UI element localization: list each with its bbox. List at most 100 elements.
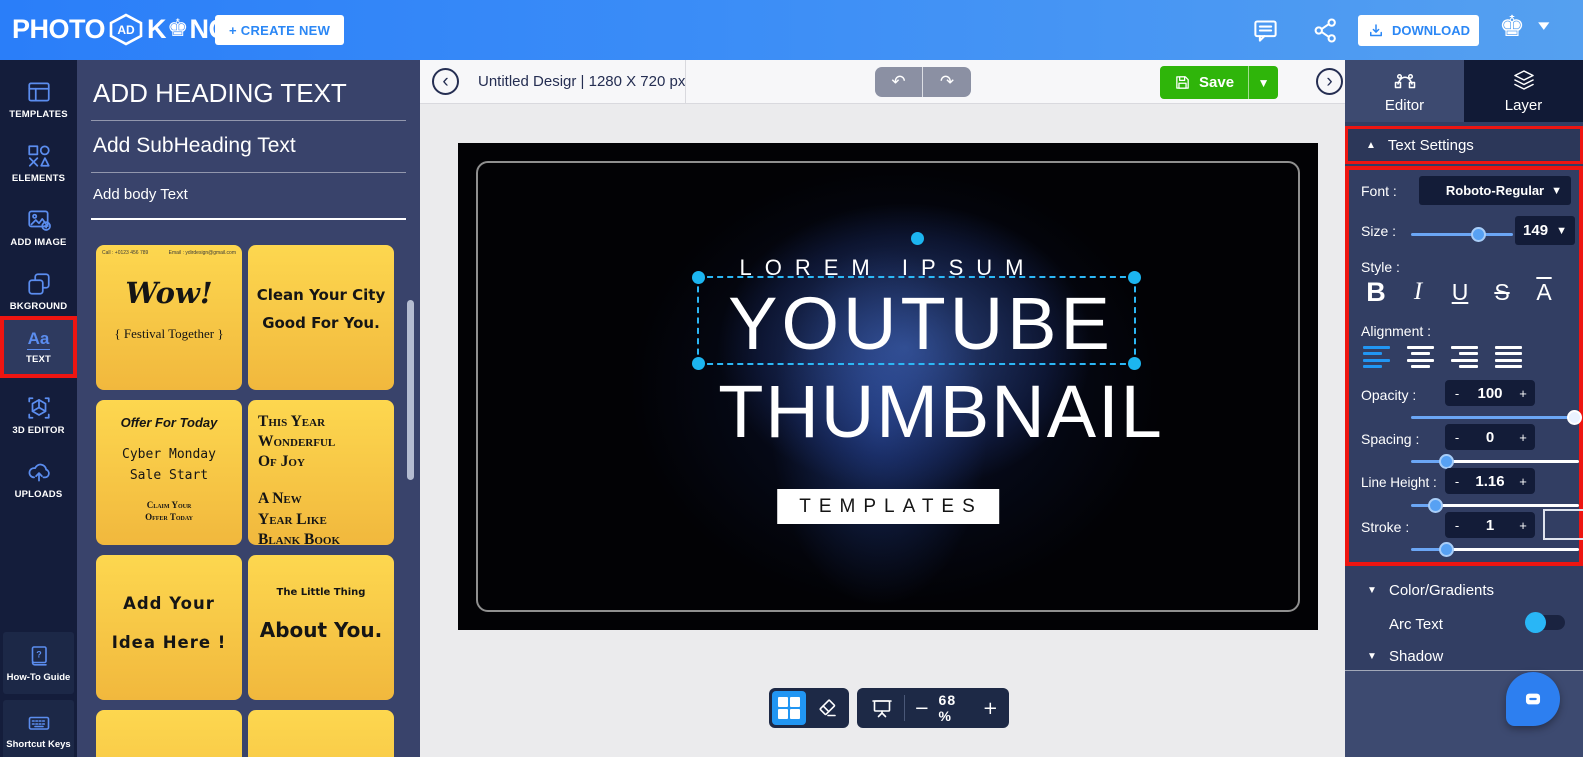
template-card-offer[interactable]: Offer For Today Cyber Monday Sale Start … [96, 400, 242, 545]
spacing-increase-button[interactable]: + [1511, 430, 1535, 445]
selection-handle-top-left[interactable] [692, 271, 705, 284]
sidebar-item-add-image[interactable]: ADD IMAGE [0, 198, 77, 256]
card-header: Offer For Today [120, 415, 218, 430]
account-chevron-down-icon[interactable]: ▾ [1538, 16, 1549, 34]
left-sidebar: TEMPLATES ELEMENTS ADD IMAGE BKGROUND Aa… [0, 60, 77, 757]
sidebar-item-background[interactable]: BKGROUND [0, 262, 77, 320]
template-card-little-thing[interactable]: The Little Thing About You. [248, 555, 394, 700]
selection-handle-bottom-left[interactable] [692, 357, 705, 370]
feedback-comment-icon[interactable] [1252, 17, 1279, 44]
italic-button[interactable]: I [1401, 272, 1435, 312]
save-options-caret[interactable]: ▼ [1248, 66, 1279, 99]
template-card-new-year[interactable]: This Year Wonderful Of Joy A New Year Li… [248, 400, 394, 545]
shortcut-keys-button[interactable]: Shortcut Keys [3, 700, 74, 757]
arc-text-toggle[interactable] [1525, 612, 1565, 633]
undo-button[interactable]: ↶ [875, 67, 923, 97]
color-gradients-section[interactable]: ▼ Color/Gradients [1345, 576, 1583, 604]
stroke-slider-handle[interactable] [1439, 542, 1454, 557]
sidebar-item-text[interactable]: Aa TEXT [0, 316, 77, 378]
shadow-section[interactable]: ▼ Shadow [1345, 642, 1583, 670]
line-height-increase-button[interactable]: + [1511, 474, 1535, 489]
font-family-value: Roboto-Regular [1445, 183, 1545, 198]
collapse-right-panel-button[interactable]: › [1316, 68, 1343, 95]
add-subheading-text-option[interactable]: Add SubHeading Text [93, 134, 296, 158]
create-new-button[interactable]: + CREATE NEW [215, 15, 345, 45]
zoom-out-button[interactable]: − [911, 698, 932, 719]
strikethrough-button[interactable]: S [1485, 272, 1519, 312]
line-height-decrease-button[interactable]: - [1445, 474, 1469, 489]
spacing-decrease-button[interactable]: - [1445, 430, 1469, 445]
underline-button[interactable]: U [1443, 272, 1477, 312]
eraser-button[interactable] [810, 691, 844, 725]
panel-scrollbar[interactable] [407, 300, 414, 480]
size-slider-handle[interactable] [1471, 227, 1486, 242]
design-text-templates-badge[interactable]: TEMPLATES [777, 489, 999, 524]
opacity-increase-button[interactable]: + [1511, 386, 1535, 401]
selection-handle-top-right[interactable] [1128, 271, 1141, 284]
add-heading-text-option[interactable]: ADD HEADING TEXT [93, 78, 347, 109]
tab-layer[interactable]: Layer [1464, 60, 1583, 122]
font-family-dropdown[interactable]: Roboto-Regular ▼ [1419, 176, 1571, 205]
download-button[interactable]: DOWNLOAD [1358, 15, 1479, 46]
opacity-slider[interactable] [1411, 410, 1582, 425]
font-size-dropdown[interactable]: 149 ▼ [1515, 216, 1575, 245]
zoom-in-button[interactable]: + [980, 698, 1001, 719]
template-card-partial[interactable] [96, 710, 242, 757]
align-right-button[interactable] [1451, 346, 1478, 368]
overline-button[interactable]: A [1527, 272, 1561, 312]
bold-button[interactable]: B [1359, 272, 1393, 312]
text-settings-header[interactable]: ▲ Text Settings [1345, 126, 1583, 164]
spacing-slider[interactable] [1411, 454, 1579, 469]
size-slider[interactable] [1411, 227, 1513, 242]
stroke-increase-button[interactable]: + [1511, 518, 1535, 533]
selection-bounding-box[interactable] [692, 232, 1141, 370]
align-justify-button[interactable] [1495, 346, 1522, 368]
template-card-add-idea[interactable]: Add Your Idea Here ! [96, 555, 242, 700]
spacing-stepper: - 0 + [1445, 424, 1535, 450]
share-icon[interactable] [1312, 17, 1339, 44]
spacing-slider-handle[interactable] [1439, 454, 1454, 469]
sidebar-item-uploads[interactable]: UPLOADS [0, 450, 77, 508]
sidebar-item-templates[interactable]: TEMPLATES [0, 70, 77, 128]
grid-view-button[interactable] [772, 691, 806, 725]
logo-text-k: K [147, 14, 167, 44]
design-title[interactable]: Untitled Desigr | 1280 X 720 px [478, 73, 685, 90]
template-card-partial[interactable] [248, 710, 394, 757]
alignment-label: Alignment : [1361, 323, 1432, 339]
tab-editor[interactable]: Editor [1345, 60, 1464, 122]
selection-handle-bottom-right[interactable] [1128, 357, 1141, 370]
selection-rotate-handle[interactable] [911, 232, 924, 245]
opacity-label: Opacity : [1361, 387, 1417, 403]
align-center-button[interactable] [1407, 346, 1434, 368]
collapse-triangle-icon: ▲ [1366, 139, 1376, 151]
opacity-slider-handle[interactable] [1567, 410, 1582, 425]
photoadking-logo[interactable]: PHOTO AD K ♚ NG [12, 13, 230, 46]
logo-text-photo: PHOTO [12, 14, 106, 44]
line-height-slider[interactable] [1411, 498, 1579, 513]
opacity-decrease-button[interactable]: - [1445, 386, 1469, 401]
logo-king-piece-icon: ♚ [167, 14, 189, 42]
collapse-left-panel-button[interactable]: ‹ [432, 68, 459, 95]
spacing-label: Spacing : [1361, 431, 1420, 447]
premium-king-icon[interactable]: ♚ [1499, 13, 1525, 42]
stroke-slider[interactable] [1411, 542, 1579, 557]
presentation-button[interactable] [865, 691, 898, 725]
live-chat-button[interactable] [1506, 672, 1560, 726]
template-card-wow[interactable]: Call : +0123 456 789 Email : ydirdesign@… [96, 245, 242, 390]
stroke-decrease-button[interactable]: - [1445, 518, 1469, 533]
stroke-color-swatch[interactable] [1543, 509, 1583, 540]
sidebar-item-elements[interactable]: ELEMENTS [0, 134, 77, 192]
design-canvas[interactable]: LOREM IPSUM YOUTUBE THUMBNAIL TEMPLATES [458, 143, 1318, 630]
template-card-clean-city[interactable]: Clean Your City Good For You. [248, 245, 394, 390]
line-height-slider-handle[interactable] [1428, 498, 1443, 513]
how-to-guide-button[interactable]: ? How-To Guide [3, 632, 74, 694]
add-body-text-option[interactable]: Add body Text [93, 186, 188, 203]
text-aa-icon: Aa [26, 329, 51, 351]
align-left-button[interactable] [1363, 346, 1390, 368]
save-button[interactable]: Save [1160, 66, 1249, 99]
text-settings-label: Text Settings [1387, 136, 1474, 154]
redo-button[interactable]: ↷ [923, 67, 971, 97]
design-text-thumbnail[interactable]: THUMBNAIL [511, 369, 1318, 454]
card-line: Wonderful [258, 433, 336, 451]
sidebar-item-3d-editor[interactable]: 3D EDITOR [0, 386, 77, 444]
